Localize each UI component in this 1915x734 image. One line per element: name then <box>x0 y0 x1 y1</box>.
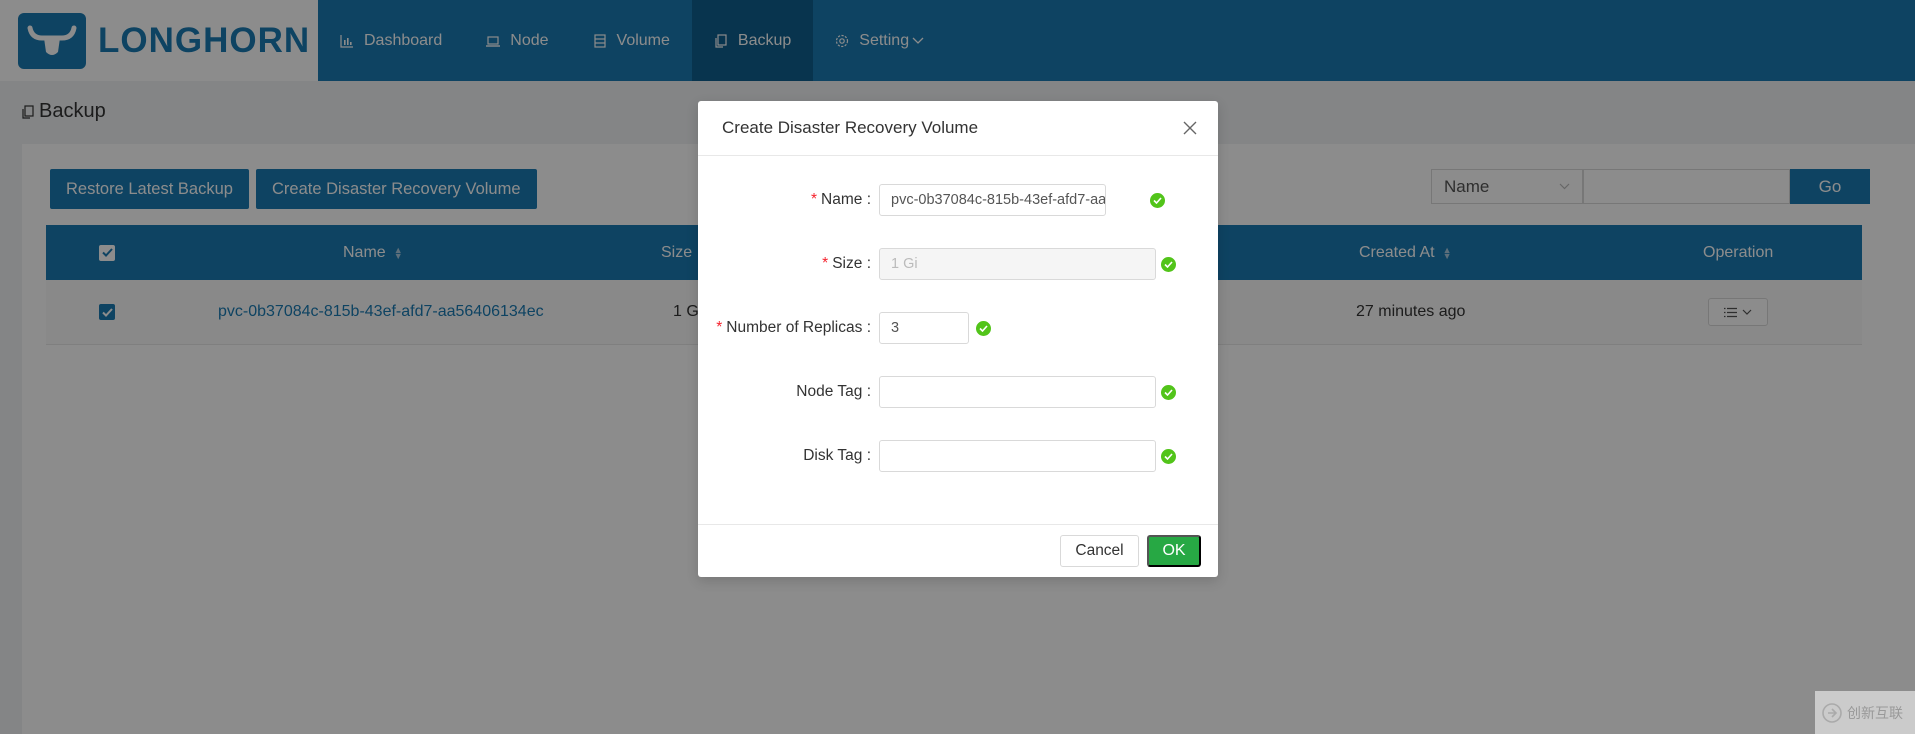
modal-title: Create Disaster Recovery Volume <box>722 118 979 137</box>
modal-header: Create Disaster Recovery Volume <box>698 101 1218 156</box>
create-dr-volume-modal: Create Disaster Recovery Volume * Name : … <box>698 101 1218 577</box>
form-row-size: * Size : 1 Gi <box>698 247 1218 281</box>
disk-tag-select[interactable] <box>879 440 1156 472</box>
disk-tag-label: Disk Tag : <box>803 447 871 464</box>
name-label: * Name : <box>810 191 871 208</box>
replicas-input[interactable]: 3 <box>879 312 969 344</box>
modal-footer: Cancel OK <box>698 524 1218 577</box>
node-tag-label: Node Tag : <box>796 383 871 400</box>
valid-check-icon <box>1161 448 1176 464</box>
form-row-disk-tag: Disk Tag : <box>698 439 1218 473</box>
name-input[interactable]: pvc-0b37084c-815b-43ef-afd7-aa5 <box>879 184 1106 216</box>
form-row-name: * Name : pvc-0b37084c-815b-43ef-afd7-aa5 <box>698 183 1218 217</box>
size-input: 1 Gi <box>879 248 1156 280</box>
valid-check-icon <box>1150 192 1165 208</box>
size-label: * Size : <box>822 255 871 272</box>
form-row-replicas: * Number of Replicas : 3 <box>698 311 1218 345</box>
valid-check-icon <box>1161 256 1176 272</box>
watermark-logo-icon <box>1822 702 1842 723</box>
form-row-node-tag: Node Tag : <box>698 375 1218 409</box>
close-icon[interactable] <box>1182 120 1198 136</box>
ok-button[interactable]: OK <box>1147 535 1201 567</box>
watermark-text: 创新互联 <box>1847 704 1903 721</box>
replicas-label: * Number of Replicas : <box>716 319 871 336</box>
cancel-button[interactable]: Cancel <box>1060 535 1139 567</box>
valid-check-icon <box>976 320 991 336</box>
watermark: 创新互联 <box>1815 691 1915 734</box>
node-tag-select[interactable] <box>879 376 1156 408</box>
valid-check-icon <box>1161 384 1176 400</box>
